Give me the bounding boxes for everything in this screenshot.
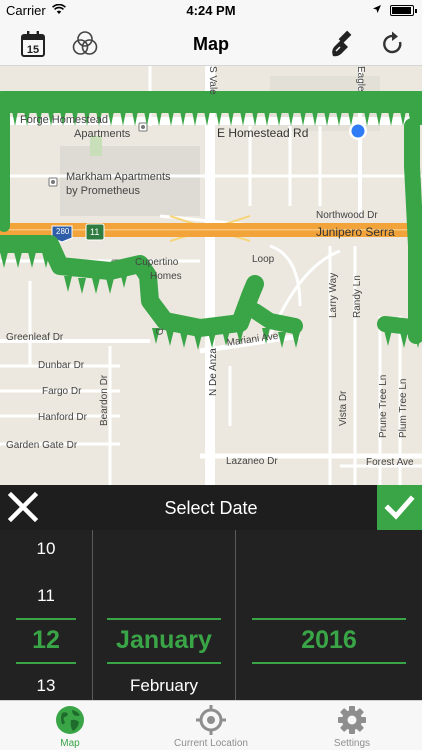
map-label: D [153,328,164,336]
map-label: Lazaneo Dr [226,456,278,467]
tab-label: Current Location [174,738,248,749]
date-picker-title: Select Date [164,498,258,518]
map-label: Vista Dr [338,390,349,426]
location-arrow-icon [373,5,381,13]
month-wheel[interactable]: January February [93,530,235,700]
tab-label: Settings [333,738,371,749]
map-label: Northwood Dr [316,210,378,221]
refresh-icon[interactable] [378,29,408,59]
map-label: 280 [56,227,70,236]
brush-icon[interactable] [328,29,358,59]
date-picker-header: Select Date [0,485,422,530]
clock-label: 4:24 PM [186,3,236,18]
map-label: Larry Way [328,272,339,318]
map-label: Forest Ave [366,457,414,468]
tab-settings[interactable]: Settings [282,701,422,751]
map-label: E Homestead Rd [217,126,309,140]
tab-bar: Map Current Location Settings [0,700,422,750]
tab-label: Map [60,738,80,749]
map-label: Prune Tree Ln [378,374,389,438]
map-label: Fargo Dr [42,386,82,397]
page-title: Map [193,34,229,54]
map-view[interactable]: Forge Homestead Apartments E Homestead R… [0,66,422,485]
day-option[interactable]: 10 [0,539,92,559]
map-label: by Prometheus [66,185,140,197]
map-label: Randy Ln [352,275,363,318]
checkmark-icon [384,495,415,520]
day-option[interactable]: 11 [0,586,92,606]
map-label: Hanford Dr [38,412,87,423]
map-label: Apartments [74,128,131,140]
date-picker-wheels: 10 11 12 13 January February 2016 [0,530,422,700]
day-selection-line [16,618,76,620]
year-wheel[interactable]: 2016 [236,530,422,700]
globe-icon [56,706,84,734]
map-label: S Vale [207,66,218,95]
status-bar: Carrier 4:24 PM [0,0,422,22]
map-label: Beardon Dr [99,374,110,426]
day-wheel[interactable]: 10 11 12 13 [0,530,92,700]
map-label: Forge Homestead [20,114,109,126]
map-label: Eagle [355,66,366,92]
map-label: Loop [252,254,275,265]
map-label: N De Anza [208,348,219,396]
day-option[interactable]: 13 [0,676,92,696]
tab-current-location[interactable]: Current Location [141,701,281,751]
battery-icon [390,5,417,16]
gear-icon [338,706,366,734]
map-label: Dunbar Dr [38,360,85,371]
month-selection-line [107,662,221,664]
map-label: Cupertino [135,257,179,268]
nav-bar: 15 Map [0,22,422,66]
map-label: 11 [90,227,100,237]
map-label: Greenleaf Dr [6,332,64,343]
day-selected[interactable]: 12 [0,626,92,655]
year-selected[interactable]: 2016 [236,626,422,655]
crosshair-icon [196,705,226,735]
map-label: Plum Tree Ln [398,378,409,438]
tab-map[interactable]: Map [0,701,140,751]
map-label: Homes [150,271,182,282]
map-label: Garden Gate Dr [6,440,78,451]
year-selection-line [252,618,406,620]
month-option[interactable]: February [93,676,235,696]
month-selected[interactable]: January [93,626,235,655]
map-label: Markham Apartments [66,171,171,183]
map-label: Junipero Serra [316,225,395,239]
day-selection-line [16,662,76,664]
year-selection-line [252,662,406,664]
month-selection-line [107,618,221,620]
battery-fill [392,7,411,14]
confirm-button[interactable] [377,485,422,530]
